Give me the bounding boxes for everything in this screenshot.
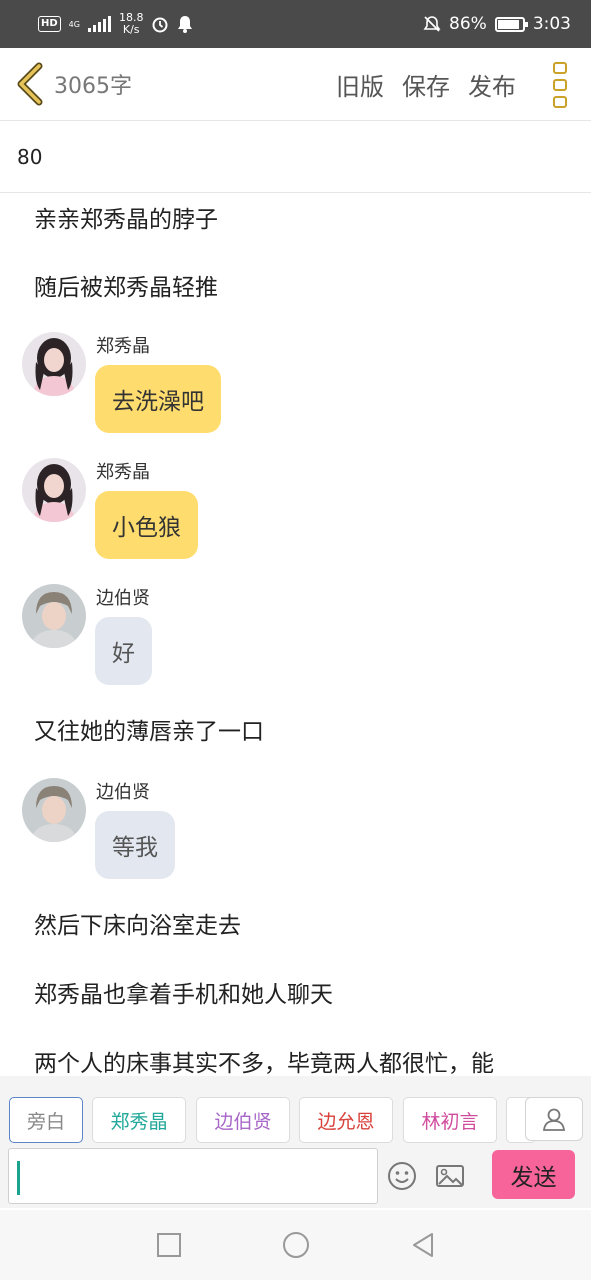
avatar[interactable] bbox=[22, 332, 86, 396]
publish-button[interactable]: 发布 bbox=[468, 67, 516, 102]
signal-icon bbox=[87, 16, 111, 32]
message-bubble: 去洗澡吧 bbox=[95, 365, 221, 433]
role-chip[interactable]: 郑秀晶 bbox=[92, 1097, 186, 1143]
battery-icon bbox=[494, 16, 528, 32]
avatar[interactable] bbox=[22, 458, 86, 522]
system-nav-bar bbox=[0, 1210, 591, 1280]
mute-bell-icon bbox=[423, 16, 441, 32]
message-input[interactable] bbox=[8, 1148, 378, 1204]
back-chevron-icon bbox=[17, 62, 43, 106]
header-actions: 旧版 保存 发布 bbox=[336, 48, 516, 121]
narration-line: 又往她的薄唇亲了一口 bbox=[34, 719, 264, 745]
back-button[interactable] bbox=[6, 48, 54, 121]
role-chip[interactable]: 林初言 bbox=[403, 1097, 497, 1143]
status-left: HD 4G 18.8 K/s bbox=[38, 12, 193, 36]
narration-line: 然后下床向浴室走去 bbox=[34, 913, 241, 939]
composer-bar: 发送 bbox=[0, 1146, 591, 1208]
clock: 3:03 bbox=[532, 14, 571, 34]
narration-line: 两个人的床事其实不多，毕竟两人都很忙，能 bbox=[34, 1051, 494, 1074]
word-count: 3065字 bbox=[54, 74, 132, 99]
narration-line: 随后被郑秀晶轻推 bbox=[34, 275, 218, 301]
back-nav-icon[interactable] bbox=[410, 1231, 436, 1259]
speaker-name: 郑秀晶 bbox=[96, 336, 150, 357]
network-speed: 18.8 K/s bbox=[119, 12, 144, 36]
text-caret bbox=[17, 1161, 20, 1195]
role-chip[interactable]: 边伯贤 bbox=[196, 1097, 290, 1143]
recent-apps-icon[interactable] bbox=[156, 1232, 182, 1258]
message-bubble: 好 bbox=[95, 617, 152, 685]
network-type: 4G bbox=[68, 19, 80, 29]
add-role-button[interactable] bbox=[525, 1097, 583, 1141]
alarm-icon bbox=[152, 17, 168, 33]
chat-message[interactable]: 郑秀晶 小色狼 bbox=[22, 458, 582, 568]
chat-message[interactable]: 郑秀晶 去洗澡吧 bbox=[22, 332, 582, 442]
status-right: 86% 3:03 bbox=[423, 14, 571, 34]
speaker-name: 郑秀晶 bbox=[96, 462, 150, 483]
speaker-name: 边伯贤 bbox=[96, 588, 150, 609]
message-bubble: 小色狼 bbox=[95, 491, 198, 559]
save-button[interactable]: 保存 bbox=[402, 67, 450, 102]
emoji-icon[interactable] bbox=[386, 1160, 418, 1192]
role-chip-narrator[interactable]: 旁白 bbox=[9, 1097, 83, 1143]
home-icon[interactable] bbox=[282, 1231, 310, 1259]
image-icon[interactable] bbox=[434, 1160, 466, 1192]
notification-bell-icon bbox=[178, 16, 193, 33]
narration-line: 亲亲郑秀晶的脖子 bbox=[34, 207, 218, 233]
story-content[interactable]: 亲亲郑秀晶的脖子 随后被郑秀晶轻推 郑秀晶 去洗澡吧 郑秀晶 小色狼 边伯贤 好… bbox=[0, 194, 591, 1074]
message-bubble: 等我 bbox=[95, 811, 175, 879]
role-chip[interactable]: 边允恩 bbox=[299, 1097, 393, 1143]
speed-unit: K/s bbox=[122, 23, 140, 36]
narration-line: 郑秀晶也拿着手机和她人聊天 bbox=[34, 982, 333, 1008]
editor-header: 3065字 旧版 保存 发布 bbox=[0, 48, 591, 121]
chat-message[interactable]: 边伯贤 等我 bbox=[22, 778, 582, 888]
speaker-name: 边伯贤 bbox=[96, 782, 150, 803]
user-icon bbox=[542, 1108, 566, 1131]
send-button[interactable]: 发送 bbox=[492, 1150, 575, 1199]
chat-message[interactable]: 边伯贤 好 bbox=[22, 584, 582, 694]
status-bar: HD 4G 18.8 K/s 86% 3:03 bbox=[0, 0, 591, 48]
old-version-button[interactable]: 旧版 bbox=[336, 67, 384, 102]
avatar[interactable] bbox=[22, 778, 86, 842]
avatar[interactable] bbox=[22, 584, 86, 648]
chapter-title[interactable]: 80 bbox=[0, 121, 591, 193]
battery-percent: 86% bbox=[449, 14, 487, 34]
role-selector-bar: 旁白 郑秀晶 边伯贤 边允恩 林初言 bbox=[0, 1076, 591, 1146]
hd-badge: HD bbox=[38, 16, 61, 32]
more-menu-icon[interactable] bbox=[553, 62, 569, 108]
